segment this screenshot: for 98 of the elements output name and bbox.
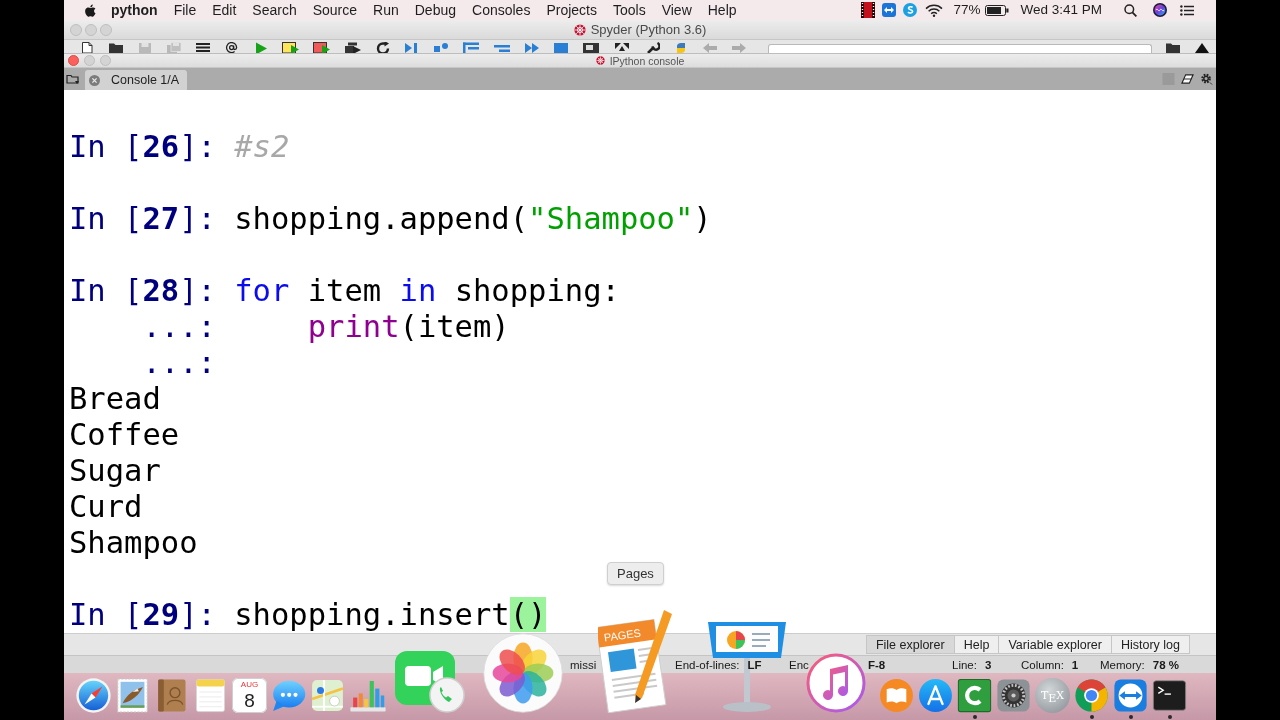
pane-tab[interactable]: Variable explorer (999, 635, 1112, 654)
play-bar-icon[interactable] (404, 42, 420, 53)
code-line: shopping.insert() (234, 597, 547, 633)
code-line: print(item) (307, 309, 510, 345)
prompt: In [27]: (69, 201, 216, 236)
list-icon[interactable] (195, 42, 211, 53)
status-label: Enc (789, 658, 809, 671)
cell-play-icon[interactable] (282, 42, 300, 53)
tab[interactable]: Console 1/A (85, 70, 188, 90)
wifi-icon[interactable] (925, 3, 944, 17)
prompt: In [28]: (69, 273, 216, 308)
window-title: IPython console (609, 54, 685, 67)
map-icon[interactable] (310, 678, 345, 713)
at-sign-icon[interactable] (224, 42, 240, 53)
status-label: Column: (1021, 658, 1064, 671)
search-icon[interactable] (1124, 3, 1137, 17)
gear-icon[interactable] (996, 678, 1031, 713)
output-line: Coffee (69, 417, 180, 453)
window-icon[interactable] (582, 42, 600, 53)
path-field[interactable] (768, 44, 1152, 53)
eraser-icon[interactable] (1181, 73, 1194, 85)
battery-percent: 77% (953, 1, 981, 19)
page-icon[interactable] (79, 42, 95, 53)
pane-tab[interactable]: History log (1111, 635, 1190, 654)
pane-tab[interactable]: File explorer (865, 635, 955, 654)
app-store-icon[interactable] (918, 678, 953, 713)
code-line: for item in shopping: (234, 273, 620, 309)
output-line: Sugar (69, 453, 161, 489)
status-label: Line: (952, 658, 977, 671)
menu-item[interactable]: Consoles (464, 1, 539, 19)
code-line: shopping.append("Shampoo") (234, 201, 712, 237)
pane-tab[interactable]: Help (954, 635, 1000, 654)
apple-icon[interactable] (84, 2, 97, 18)
outdent-lines-icon[interactable] (493, 42, 511, 53)
expand-icon[interactable] (613, 42, 631, 53)
book-icon[interactable] (879, 678, 914, 713)
prompt: In [26]: (69, 129, 216, 164)
close-button[interactable] (68, 55, 79, 66)
step-icon[interactable] (433, 42, 449, 53)
output-line: Bread (69, 381, 161, 417)
video-camera-icon[interactable] (395, 651, 465, 713)
prompt: ...: (142, 309, 216, 344)
status-label: missi (570, 658, 597, 671)
prompt: ...: (142, 345, 216, 380)
flower-icon[interactable] (483, 633, 563, 713)
prompt: In [29]: (69, 597, 216, 632)
status-value: 1 (1071, 658, 1079, 671)
menu-item[interactable]: Search (244, 1, 305, 19)
status-value: 3 (984, 658, 992, 671)
menu-item[interactable]: File (165, 1, 205, 19)
stamp-icon[interactable] (115, 678, 150, 713)
window-title: Spyder (Python 3.6) (590, 22, 707, 37)
menu-item[interactable]: View (653, 1, 700, 19)
battery-icon[interactable] (985, 4, 1010, 16)
status-value: F-8 (868, 658, 886, 671)
menu-item[interactable]: Edit (204, 1, 245, 19)
notepad-icon[interactable] (193, 678, 228, 713)
status-label: End-of-lines: (675, 658, 740, 671)
menu-item[interactable]: Tools (604, 1, 654, 19)
list-icon[interactable] (1180, 4, 1194, 16)
settings-icon[interactable] (1200, 73, 1213, 85)
status-value: 78 % (1152, 658, 1179, 671)
swirl-icon[interactable] (903, 3, 918, 17)
tooltip: Pages (607, 562, 664, 585)
spider-web-icon (595, 56, 605, 65)
terminal-icon[interactable] (1152, 678, 1187, 713)
calendar-icon[interactable]: AUG 8 (232, 678, 267, 713)
speech-bubble-icon[interactable] (271, 678, 306, 713)
bar-chart-icon[interactable] (349, 678, 387, 713)
indent-lines-icon[interactable] (462, 42, 480, 53)
up-arrow-icon[interactable] (1194, 42, 1210, 53)
stop-icon[interactable] (553, 42, 569, 53)
icon-label: PAGES (603, 626, 642, 644)
status-value: LF (747, 658, 762, 671)
calendar-day: 8 (244, 690, 255, 711)
c-tile-icon[interactable] (957, 678, 992, 713)
reload-icon[interactable] (375, 42, 391, 53)
film-icon[interactable] (861, 2, 876, 18)
folder-arrow-icon[interactable] (66, 72, 80, 86)
menu-item[interactable]: Source (304, 1, 366, 19)
output-line: Curd (69, 489, 143, 525)
menu-item[interactable]: Debug (406, 1, 464, 19)
compass-icon[interactable] (76, 678, 111, 713)
output-line: Shampoo (69, 525, 198, 561)
browser-icon[interactable] (1074, 678, 1109, 713)
close-icon[interactable] (89, 74, 100, 86)
spider-web-icon (573, 23, 586, 36)
menu-item[interactable]: python (103, 1, 166, 19)
selection-play-icon[interactable] (344, 42, 362, 53)
menu-item[interactable]: Projects (538, 1, 605, 19)
orb-icon[interactable] (1153, 3, 1167, 17)
menu-item[interactable]: Help (699, 1, 745, 19)
menu-item[interactable]: Run (365, 1, 407, 19)
cell-play-icon[interactable] (313, 42, 331, 53)
status-label: Memory: (1100, 658, 1145, 671)
calendar-month: AUG (240, 680, 259, 690)
code-line: #s2 (234, 129, 290, 165)
clock[interactable]: Wed 3:41 PM (1020, 1, 1102, 19)
